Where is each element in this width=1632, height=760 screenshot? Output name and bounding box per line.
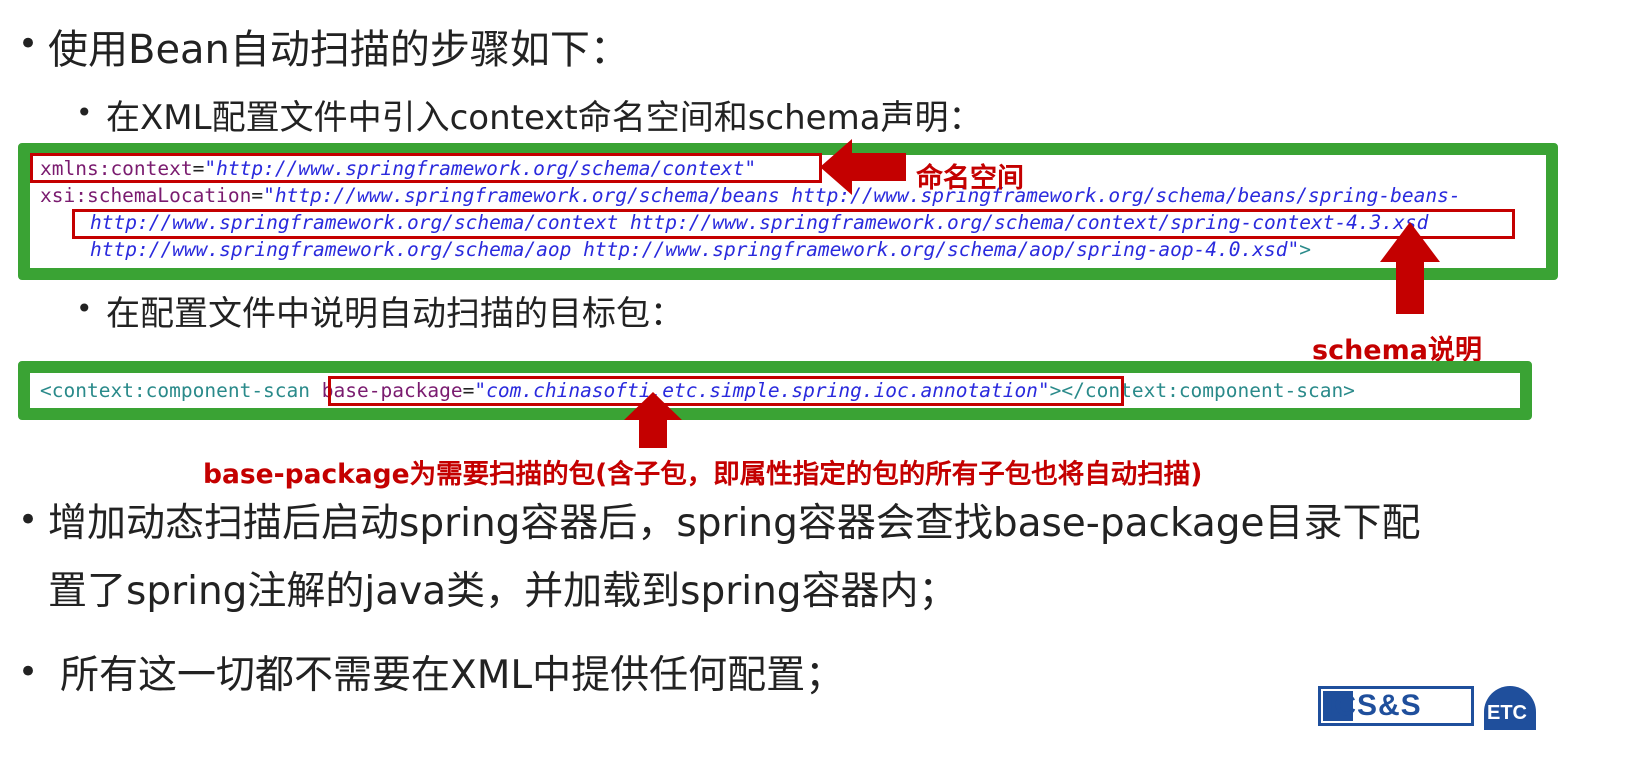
code-line-schema-location: xsi:schemaLocation="http://www.springfra…	[40, 182, 1545, 209]
heading-text: 使用Bean自动扫描的步骤如下：	[48, 27, 630, 73]
sub-bullet-namespace: 在XML配置文件中引入context命名空间和schema声明：	[106, 98, 983, 138]
point-dynamic-scan-line1: 增加动态扫描后启动spring容器后，spring容器会查找base-packa…	[48, 501, 1421, 546]
logo-text: ICS&S	[1325, 689, 1422, 722]
point-dynamic-scan-line2: 置了spring注解的java类，并加载到spring容器内；	[48, 569, 958, 614]
namespace-arrow-icon	[820, 139, 906, 195]
bullet-dot: •	[76, 96, 93, 129]
etc-logo-text: ETC	[1487, 702, 1527, 724]
base-package-arrow-icon	[624, 392, 682, 448]
code-line-aop-schema: http://www.springframework.org/schema/ao…	[90, 236, 1311, 263]
bullet-dot: •	[18, 652, 39, 692]
schema-arrow-icon	[1380, 222, 1440, 314]
code-value: http://www.springframework.org/schema/ao…	[90, 238, 1300, 261]
etc-logo-icon: ETC	[1484, 686, 1536, 730]
base-package-highlight-box	[328, 376, 1124, 406]
namespace-label: 命名空间	[916, 163, 1024, 194]
schema-highlight-box	[72, 209, 1515, 239]
namespace-highlight-box	[30, 153, 822, 183]
code-tag-close: >	[1299, 238, 1311, 261]
code-eq: =	[251, 184, 264, 207]
bullet-dot: •	[18, 500, 39, 540]
bullet-dot: •	[18, 24, 39, 64]
sub-bullet-target-package: 在配置文件中说明自动扫描的目标包：	[106, 294, 684, 334]
company-logo: ICS&S	[1318, 686, 1474, 726]
point-no-xml-config: 所有这一切都不需要在XML中提供任何配置；	[60, 653, 845, 698]
bullet-dot: •	[76, 292, 93, 325]
code-tag-open: <context:component-scan	[40, 379, 322, 402]
code-attr: xsi:schemaLocation	[40, 184, 252, 207]
base-package-note: base-package为需要扫描的包(含子包，即属性指定的包的所有子包也将自动…	[203, 459, 1203, 490]
